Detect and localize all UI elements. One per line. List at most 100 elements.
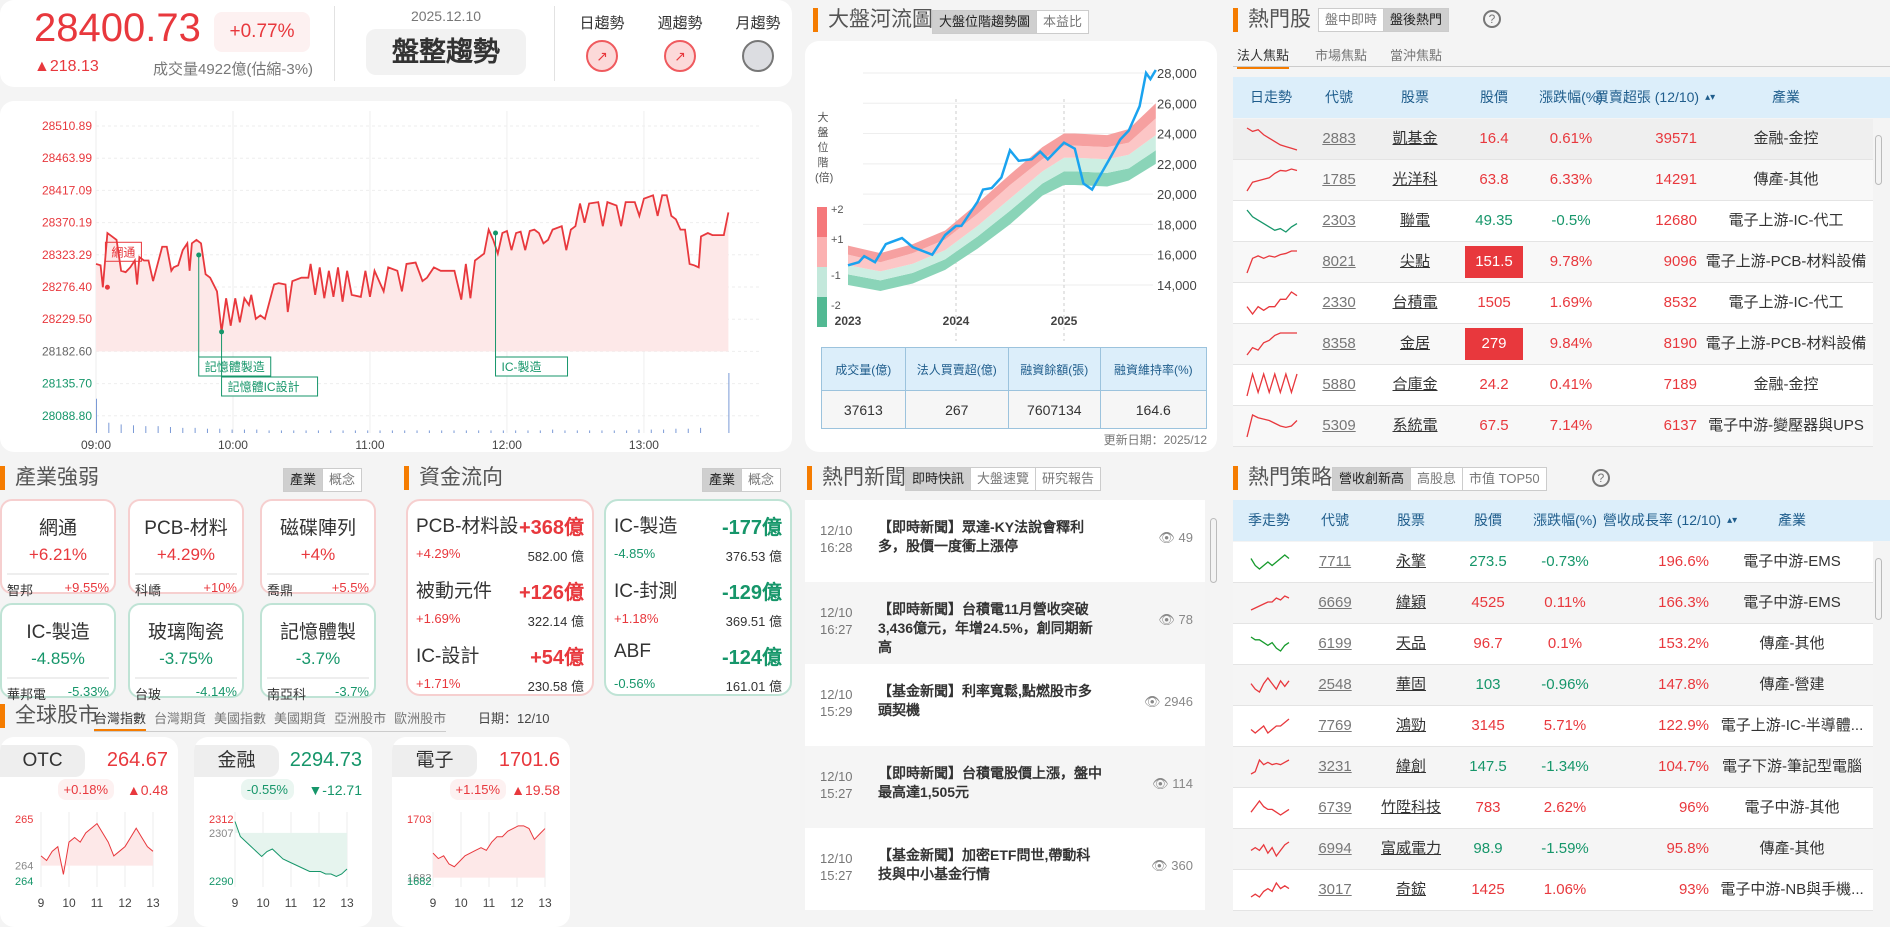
stock-name[interactable]: 緯穎 [1396,583,1426,623]
help-icon[interactable]: ? [1483,10,1501,28]
trend-up-icon[interactable]: ↗ [586,40,618,72]
stock-name[interactable]: 光洋科 [1392,160,1437,200]
stock-code[interactable]: 8358 [1322,324,1355,364]
news-title[interactable]: 【基金新聞】加密ETF問世,帶動科技與中小基金行情 [878,846,1103,884]
table-row[interactable]: 7769 鴻勁 3145 5.71% 122.9% 電子上游-IC-半導體... [1233,706,1873,747]
table-row[interactable]: 2883 凱基金 16.4 0.61% 39571 金融-金控 [1233,119,1873,160]
stock-name[interactable]: 華固 [1396,665,1426,705]
stock-name[interactable]: 凱基金 [1392,119,1437,159]
fund-inflow-card[interactable]: PCB-材料設 +368億 +4.29% 582.00 億被動元件 +126億 +1.69… [406,499,594,696]
help-icon[interactable]: ? [1592,469,1610,487]
trend-up-icon[interactable]: ↗ [664,40,696,72]
table-row[interactable]: 6199 天品 96.7 0.1% 153.2% 傳產-其他 [1233,624,1873,665]
table-row[interactable]: 6669 緯穎 4525 0.11% 166.3% 電子中游-EMS [1233,583,1873,624]
stock-name[interactable]: 奇鋐 [1396,870,1426,910]
table-row[interactable]: 6739 竹陞科技 783 2.62% 96% 電子中游-其他 [1233,788,1873,829]
stock-name[interactable]: 緯創 [1396,747,1426,787]
index-mini-card[interactable]: OTC 264.67 +0.18% ▲0.48 9 10 11 12 13 265 264 264 [0,737,178,927]
tab-global-market[interactable]: 美國期貨 [274,708,326,731]
stock-name[interactable]: 竹陞科技 [1381,788,1441,828]
industry-card[interactable]: 磁碟陣列 +4% 喬鼎 +5.5% [260,499,376,598]
news-item[interactable]: 12/10 15:29 【基金新聞】利率寬鬆,點燃股市多頭契機 👁 2946 [805,664,1205,746]
fund-flow-item[interactable]: IC-封測 -129億 +1.18% 369.51 億 [614,576,782,641]
fund-flow-item[interactable]: PCB-材料設 +368億 +4.29% 582.00 億 [416,511,584,576]
news-title[interactable]: 【即時新聞】台積電股價上漲，盤中最高達1,505元 [878,764,1103,802]
fund-flow-item[interactable]: 被動元件 +126億 +1.69% 322.14 億 [416,576,584,641]
industry-card[interactable]: PCB-材料 +4.29% 科嶠 +10% [128,499,244,598]
tab-high-dividend[interactable]: 高股息 [1410,468,1462,490]
index-mini-card[interactable]: 金融 2294.73 -0.55% ▼-12.71 9 10 11 12 13 2312 2307 2… [194,737,372,927]
tab-intraday[interactable]: 盤中即時 [1319,9,1383,31]
neutral-circle-icon[interactable] [742,40,774,72]
news-title[interactable]: 【即時新聞】眾達-KY法說會釋利多，股價一度衝上漲停 [878,518,1103,556]
stock-code[interactable]: 5309 [1322,406,1355,446]
industry-card[interactable]: IC-製造 -4.85% 華邦電 -5.33% [0,603,116,702]
stock-code[interactable]: 1785 [1322,160,1355,200]
table-row[interactable]: 3231 緯創 147.5 -1.34% 104.7% 電子下游-筆記型電腦 [1233,747,1873,788]
table-row[interactable]: 8358 金居 279 9.84% 8190 電子上游-PCB-材料設備 [1233,324,1873,365]
tab-global-market[interactable]: 亞洲股市 [334,708,386,731]
stock-name[interactable]: 富威電力 [1381,829,1441,869]
table-row[interactable]: 2548 華固 103 -0.96% 147.8% 傳產-營建 [1233,665,1873,706]
tab-after-hours[interactable]: 盤後熱門 [1383,9,1449,31]
table-row[interactable]: 3017 奇鋐 1425 1.06% 93% 電子中游-NB與手機... [1233,870,1873,911]
stock-name[interactable]: 天品 [1396,624,1426,664]
stock-name[interactable]: 金居 [1400,324,1430,364]
stock-name[interactable]: 永擎 [1396,542,1426,582]
stock-code[interactable]: 3231 [1318,747,1351,787]
stock-name[interactable]: 尖點 [1400,242,1430,282]
industry-card[interactable]: 網通 +6.21% 智邦 +9.55% [0,499,116,598]
stock-code[interactable]: 6199 [1318,624,1351,664]
stock-code[interactable]: 3017 [1318,870,1351,910]
tab-river-trend[interactable]: 大盤位階趨勢圖 [933,11,1037,33]
stock-code[interactable]: 2303 [1322,201,1355,241]
column-header[interactable]: 買賣超張 (12/10) ▴▾ [1595,77,1715,118]
table-row[interactable]: 1785 光洋科 63.8 6.33% 14291 傳產-其他 [1233,160,1873,201]
stock-code[interactable]: 6669 [1318,583,1351,623]
stock-code[interactable]: 6739 [1318,788,1351,828]
table-row[interactable]: 5309 系統電 67.5 7.14% 6137 電子中游-變壓器與UPS [1233,406,1873,447]
stock-code[interactable]: 8021 [1322,242,1355,282]
stock-code[interactable]: 2330 [1322,283,1355,323]
news-item[interactable]: 12/10 15:27 【基金新聞】加密ETF問世,帶動科技與中小基金行情 👁 360 [805,828,1205,910]
column-header[interactable]: 營收成長率 (12/10) ▴▾ [1603,500,1737,541]
news-item[interactable]: 12/10 15:27 【即時新聞】台積電股價上漲，盤中最高達1,505元 👁 114 [805,746,1205,828]
table-row[interactable]: 2330 台積電 1505 1.69% 8532 電子上游-IC-代工 [1233,283,1873,324]
stock-code[interactable]: 7711 [1319,542,1351,582]
stock-code[interactable]: 2548 [1318,665,1351,705]
stock-code[interactable]: 6994 [1318,829,1351,869]
news-title[interactable]: 【即時新聞】台積電11月營收突破3,436億元，年增24.5%，創同期新高 [878,600,1103,657]
strategy-scrollbar[interactable] [1875,558,1882,620]
stock-name[interactable]: 聯電 [1400,201,1430,241]
stock-code[interactable]: 7769 [1318,706,1351,746]
index-mini-card[interactable]: 電子 1701.6 +1.15% ▲19.58 9 10 11 12 13 1703 1683 168… [392,737,570,927]
industry-card[interactable]: 玻璃陶瓷 -3.75% 台玻 -4.14% [128,603,244,702]
fund-flow-item[interactable]: IC-設計 +54億 +1.71% 230.58 億 [416,641,584,706]
subtab-market[interactable]: 市場焦點 [1315,45,1367,64]
river-chart[interactable]: 14,000 16,000 18,000 20,000 22,000 24,000 26,0… [805,41,1217,341]
table-row[interactable]: 2303 聯電 49.35 -0.5% 12680 電子上游-IC-代工 [1233,201,1873,242]
industry-card[interactable]: 記憶體製 -3.7% 南亞科 -3.7% [260,603,376,702]
table-row[interactable]: 7711 永擎 273.5 -0.73% 196.6% 電子中游-EMS [1233,542,1873,583]
stock-name[interactable]: 系統電 [1392,406,1437,446]
news-item[interactable]: 12/10 16:27 【即時新聞】台積電11月營收突破3,436億元，年增24.5… [805,582,1205,664]
tab-revenue-high[interactable]: 營收創新高 [1333,468,1411,490]
intraday-chart[interactable]: 28510.89 28463.99 28417.09 28370.19 28323.29… [0,101,792,452]
table-row[interactable]: 5880 合庫金 24.2 0.41% 7189 金融-金控 [1233,365,1873,406]
tab-top50[interactable]: 市值 TOP50 [1462,468,1546,490]
news-title[interactable]: 【基金新聞】利率寬鬆,點燃股市多頭契機 [878,682,1103,720]
table-row[interactable]: 8021 尖點 151.5 9.78% 9096 電子上游-PCB-材料設備 [1233,242,1873,283]
stock-name[interactable]: 台積電 [1392,283,1437,323]
tab-realtime-news[interactable]: 即時快訊 [906,468,971,490]
tab-global-market[interactable]: 歐洲股市 [394,708,446,731]
sort-icon[interactable]: ▴▾ [1727,513,1737,528]
tab-concept[interactable]: 概念 [322,469,361,491]
subtab-daytrade[interactable]: 當沖焦點 [1390,45,1442,64]
tab-research[interactable]: 研究報告 [1035,468,1100,490]
tab-industry[interactable]: 產業 [703,469,742,491]
fund-outflow-card[interactable]: IC-製造 -177億 -4.85% 376.53 億 IC-封測 -129億 +1.18%… [604,499,792,696]
tab-pe-ratio[interactable]: 本益比 [1036,11,1088,33]
news-item[interactable]: 12/10 16:28 【即時新聞】眾達-KY法說會釋利多，股價一度衝上漲停 👁 49 [805,500,1205,582]
fund-flow-item[interactable]: ABF -124億 -0.56% 161.01 億 [614,641,782,706]
hot-scrollbar[interactable] [1875,135,1882,185]
